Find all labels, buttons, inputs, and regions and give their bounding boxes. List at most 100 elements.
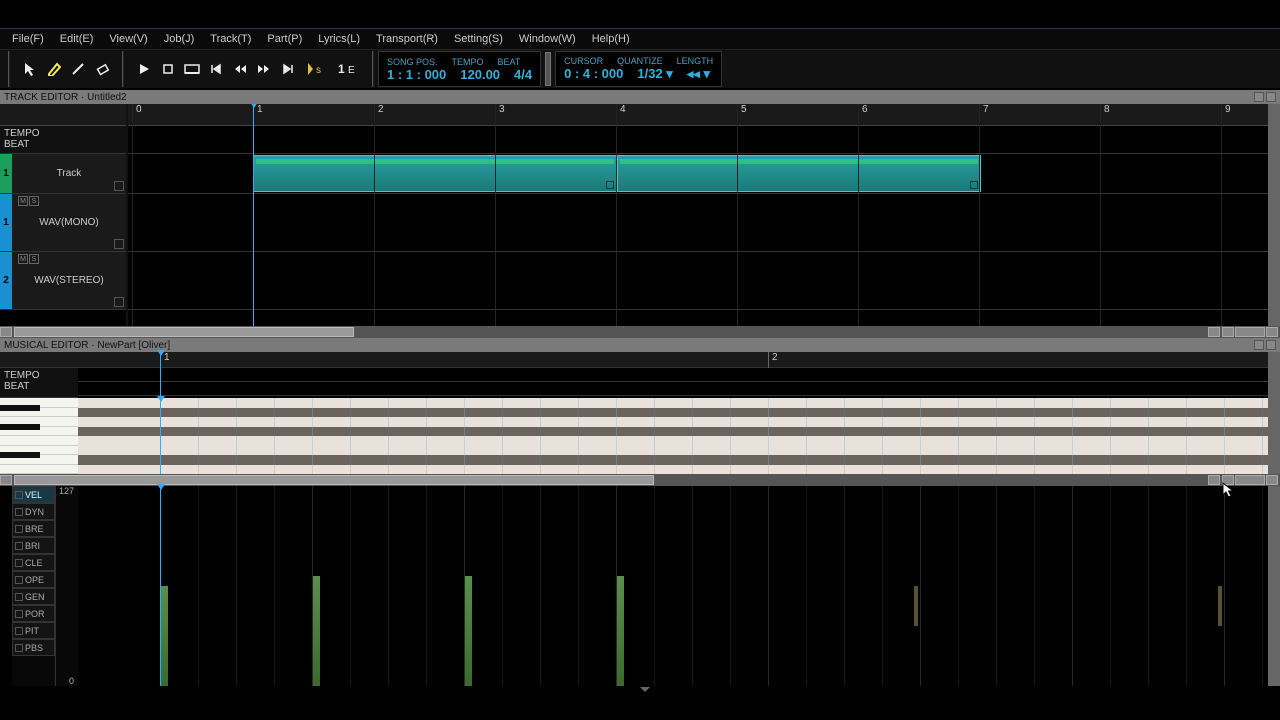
velocity-bar[interactable]	[464, 576, 472, 686]
piano-roll[interactable]	[78, 398, 1268, 474]
minimize-icon[interactable]	[1254, 340, 1264, 350]
stop-icon[interactable]	[158, 59, 178, 79]
param-tab-gen[interactable]: GEN	[12, 588, 55, 605]
marker-end-icon[interactable]: 1E	[334, 59, 362, 79]
to-end-icon[interactable]	[278, 59, 298, 79]
menu-file[interactable]: File(F)	[4, 33, 52, 45]
param-marker[interactable]	[914, 586, 918, 626]
menu-bar: File(F) Edit(E) View(V) Job(J) Track(T) …	[0, 28, 1280, 50]
maximize-icon[interactable]	[1266, 340, 1276, 350]
menu-help[interactable]: Help(H)	[584, 33, 638, 45]
vertical-scrollbar[interactable]	[1268, 352, 1280, 398]
vertical-scrollbar[interactable]	[1268, 486, 1280, 686]
vertical-scrollbar[interactable]	[1268, 398, 1280, 474]
param-tab-pbs[interactable]: PBS	[12, 639, 55, 656]
beat-header-label: BEAT	[4, 139, 122, 150]
resize-handle[interactable]	[0, 686, 1280, 694]
me-tempo-lane[interactable]	[78, 368, 1268, 382]
musical-editor-title: MUSICAL EDITOR · NewPart [Oliver]	[4, 340, 170, 351]
param-tab-ope[interactable]: OPE	[12, 571, 55, 588]
parameter-lane[interactable]	[78, 486, 1268, 686]
menu-part[interactable]: Part(P)	[259, 33, 310, 45]
track-editor-title: TRACK EDITOR · Untitled2	[4, 92, 127, 103]
length-value[interactable]: ◂◂ ▾	[687, 66, 710, 82]
me-horizontal-scrollbar[interactable]	[0, 474, 1280, 486]
mute-button[interactable]: M	[18, 254, 28, 264]
forward-icon[interactable]	[254, 59, 274, 79]
solo-button[interactable]: S	[29, 254, 39, 264]
track-editor-titlebar[interactable]: TRACK EDITOR · Untitled2	[0, 90, 1280, 104]
to-start-icon[interactable]	[206, 59, 226, 79]
eraser-tool-icon[interactable]	[92, 59, 112, 79]
piano-keyboard[interactable]	[0, 398, 78, 474]
scroll-left-icon[interactable]	[0, 327, 12, 337]
rewind-icon[interactable]	[230, 59, 250, 79]
maximize-icon[interactable]	[1266, 92, 1276, 102]
tempo-beat-header: TEMPO BEAT	[0, 126, 126, 154]
cursor-value[interactable]: 0 : 4 : 000	[564, 66, 623, 82]
velocity-bar[interactable]	[616, 576, 624, 686]
mute-button[interactable]: M	[18, 196, 28, 206]
zoom-out-icon[interactable]	[1222, 327, 1234, 337]
me-playhead[interactable]	[160, 486, 161, 686]
menu-window[interactable]: Window(W)	[511, 33, 584, 45]
horizontal-scrollbar[interactable]	[0, 326, 1280, 338]
menu-track[interactable]: Track(T)	[202, 33, 259, 45]
scroll-thumb[interactable]	[14, 327, 354, 337]
me-beat-lane[interactable]	[78, 382, 1268, 396]
param-tab-bri[interactable]: BRI	[12, 537, 55, 554]
param-tab-bre[interactable]: BRE	[12, 520, 55, 537]
param-tab-cle[interactable]: CLE	[12, 554, 55, 571]
zoom-in-icon[interactable]	[1266, 475, 1278, 485]
song-pos-value[interactable]: 1 : 1 : 000	[387, 67, 446, 82]
me-playhead[interactable]	[160, 398, 161, 474]
tempo-value[interactable]: 120.00	[460, 67, 500, 82]
track-header-1[interactable]: 1 Track	[0, 154, 126, 194]
pencil-tool-icon[interactable]	[44, 59, 64, 79]
quantize-value[interactable]: 1/32 ▾	[637, 66, 672, 82]
track-timeline[interactable]: 0123456789	[128, 104, 1268, 326]
loop-icon[interactable]	[182, 59, 202, 79]
beat-value[interactable]: 4/4	[514, 67, 532, 82]
menu-transport[interactable]: Transport(R)	[368, 33, 446, 45]
param-marker[interactable]	[1218, 586, 1222, 626]
menu-job[interactable]: Job(J)	[156, 33, 203, 45]
track-options-icon[interactable]	[114, 181, 124, 191]
menu-view[interactable]: View(V)	[101, 33, 155, 45]
song-pos-label: SONG POS.	[387, 57, 438, 67]
minimize-icon[interactable]	[1254, 92, 1264, 102]
solo-button[interactable]: S	[29, 196, 39, 206]
param-tab-por[interactable]: POR	[12, 605, 55, 622]
musical-editor-titlebar[interactable]: MUSICAL EDITOR · NewPart [Oliver]	[0, 338, 1280, 352]
beat-header-label: BEAT	[4, 381, 74, 392]
zoom-out-icon[interactable]	[1222, 475, 1234, 485]
menu-lyrics[interactable]: Lyrics(L)	[310, 33, 368, 45]
scrub-slider[interactable]	[545, 52, 551, 86]
zoom-slider[interactable]	[1235, 475, 1265, 485]
play-icon[interactable]	[134, 59, 154, 79]
param-tab-vel[interactable]: VEL	[12, 486, 55, 503]
scroll-thumb[interactable]	[14, 475, 654, 485]
line-tool-icon[interactable]	[68, 59, 88, 79]
track-header-2[interactable]: 1 MS WAV(MONO)	[0, 194, 126, 252]
velocity-bar[interactable]	[160, 586, 168, 686]
track-header-3[interactable]: 2 MS WAV(STEREO)	[0, 252, 126, 310]
arrow-tool-icon[interactable]	[20, 59, 40, 79]
me-playhead[interactable]	[160, 352, 161, 398]
param-tab-pit[interactable]: PIT	[12, 622, 55, 639]
menu-edit[interactable]: Edit(E)	[52, 33, 102, 45]
playhead[interactable]	[253, 104, 254, 326]
zoom-in-icon[interactable]	[1266, 327, 1278, 337]
marker-start-icon[interactable]: s	[302, 59, 330, 79]
zoom-slider[interactable]	[1235, 327, 1265, 337]
scroll-right-icon[interactable]	[1208, 327, 1220, 337]
vertical-scrollbar[interactable]	[1268, 104, 1280, 326]
scroll-left-icon[interactable]	[0, 475, 12, 485]
velocity-bar[interactable]	[312, 576, 320, 686]
param-tab-dyn[interactable]: DYN	[12, 503, 55, 520]
track-options-icon[interactable]	[114, 239, 124, 249]
track-options-icon[interactable]	[114, 297, 124, 307]
scroll-right-icon[interactable]	[1208, 475, 1220, 485]
me-ruler[interactable]: 1 2	[78, 352, 1268, 368]
menu-setting[interactable]: Setting(S)	[446, 33, 511, 45]
